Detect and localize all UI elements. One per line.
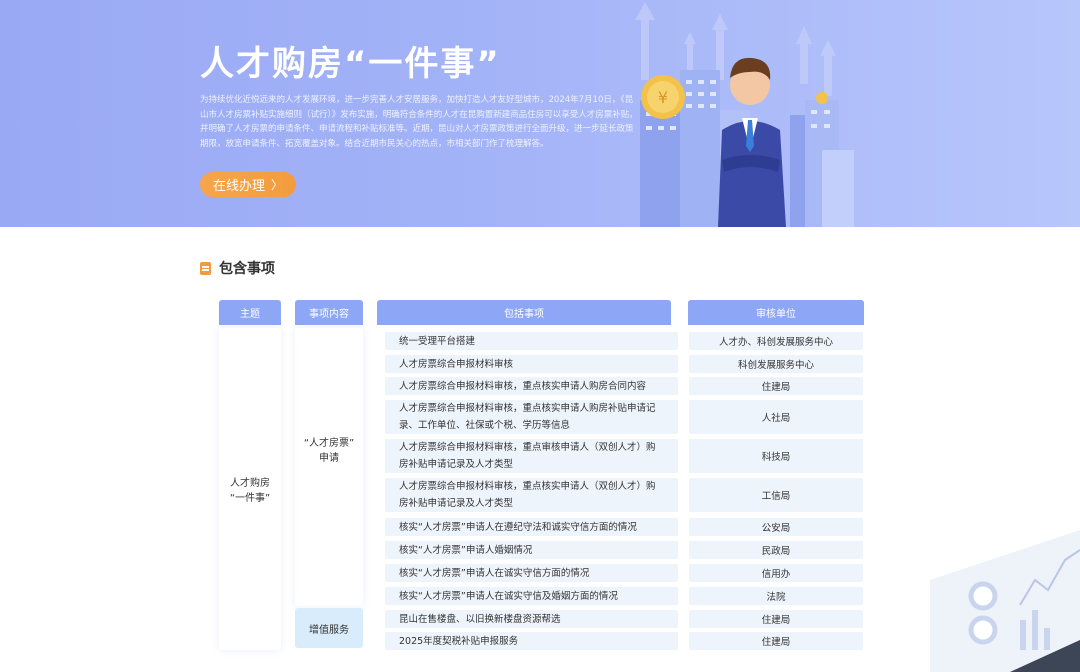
- online-apply-label: 在线办理: [212, 179, 265, 194]
- table-row-item: 核实“人才房票”申请人在诚实守信方面的情况: [385, 564, 678, 582]
- online-apply-button[interactable]: 在线办理 〉: [200, 172, 296, 197]
- yen-icon: ¥: [658, 88, 668, 107]
- column-header-content: 事项内容: [295, 300, 363, 325]
- banner-description: 为持续优化近悦远来的人才发展环境，进一步完善人才安居服务，加快打造人才友好型城市…: [200, 95, 638, 149]
- table-row-unit: 法院: [689, 587, 863, 605]
- table-row-unit: 公安局: [689, 518, 863, 536]
- table-row-unit: 科创发展服务中心: [689, 355, 863, 373]
- table-row-item: 人才房票综合申报材料审核，重点核实申请人（双创人才）购房补贴申请记录及人才类型: [385, 478, 678, 512]
- table-row-item: 统一受理平台搭建: [385, 332, 678, 350]
- content-cell-apply: “人才房票” 申请: [303, 438, 355, 464]
- table-row-item: 核实“人才房票”申请人在诚实守信及婚姻方面的情况: [385, 587, 678, 605]
- section-title: 包含事项: [219, 261, 275, 277]
- table-row-unit: 科技局: [689, 439, 863, 473]
- table-row-unit: 人才办、科创发展服务中心: [689, 332, 863, 350]
- table-row-item: 核实“人才房票”申请人婚姻情况: [385, 541, 678, 559]
- table-row-item: 核实“人才房票”申请人在遵纪守法和诚实守信方面的情况: [385, 518, 678, 536]
- section-heading: 包含事项: [200, 258, 275, 278]
- banner-title: 人才购房“一件事”: [200, 44, 501, 84]
- column-header-unit: 审核单位: [688, 300, 864, 325]
- analytics-illustration: [930, 530, 1080, 672]
- content-column: [295, 328, 363, 606]
- table-row-item: 人才房票综合申报材料审核，重点审核申请人（双创人才）购房补贴申请记录及人才类型: [385, 439, 678, 473]
- hero-banner: ¥ 人才购房“一件事” 为持续优化近悦远来的人才发展环境，进一步完善人才安居服务…: [0, 0, 1080, 227]
- table-row-unit: 住建局: [689, 610, 863, 628]
- table-row-item: 人才房票综合申报材料审核，重点核实申请人购房补贴申请记录、工作单位、社保或个税、…: [385, 400, 678, 434]
- column-header-theme: 主题: [219, 300, 281, 325]
- theme-cell: 人才购房 “一件事”: [229, 478, 271, 504]
- chevron-right-icon: 〉: [271, 178, 284, 192]
- table-row-item: 2025年度契税补贴申报服务: [385, 632, 678, 650]
- city-illustration: ¥: [635, 2, 854, 227]
- table-row-unit: 人社局: [689, 400, 863, 434]
- table-row-unit: 住建局: [689, 632, 863, 650]
- table-row-item: 人才房票综合申报材料审核: [385, 355, 678, 373]
- table-row-unit: 信用办: [689, 564, 863, 582]
- list-icon: [200, 261, 211, 275]
- table-row-unit: 住建局: [689, 377, 863, 395]
- table-row-unit: 工信局: [689, 478, 863, 512]
- table-row-unit: 民政局: [689, 541, 863, 559]
- content-cell-value-added: 增值服务: [295, 608, 363, 648]
- table-row-item: 人才房票综合申报材料审核，重点核实申请人购房合同内容: [385, 377, 678, 395]
- table-row-item: 昆山在售楼盘、以旧换新楼盘资源帮选: [385, 610, 678, 628]
- column-header-items: 包括事项: [377, 300, 671, 325]
